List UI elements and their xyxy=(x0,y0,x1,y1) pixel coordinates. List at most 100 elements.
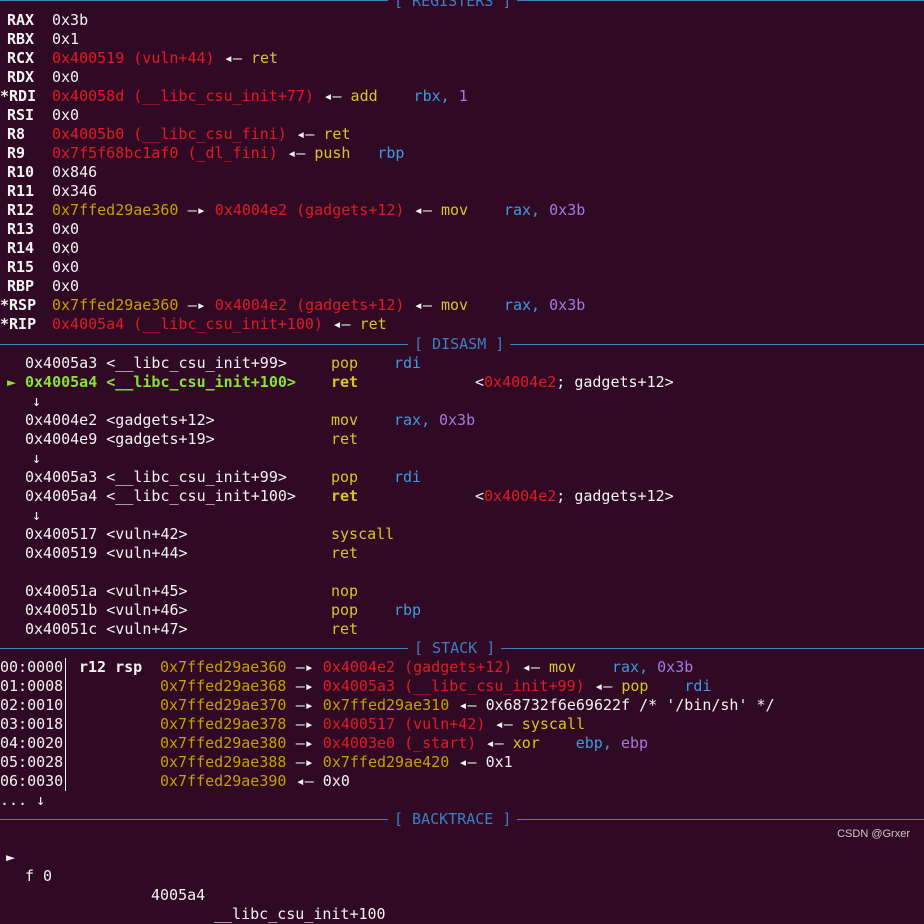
target-comment: <0x4004e2; gadgets+12> xyxy=(475,487,674,505)
jump-arrow: ↓ xyxy=(32,449,42,467)
deref-arrow: ◂— xyxy=(296,125,315,143)
register-operand-2: 1 xyxy=(458,87,468,105)
register-operand: rax, xyxy=(503,201,541,219)
deref-arrow: ◂— xyxy=(494,715,513,733)
stack-value: 0x7ffed29ae420 xyxy=(322,753,450,771)
deref-arrow: —▸ xyxy=(295,658,314,676)
jump-arrow: ↓ xyxy=(32,506,42,524)
mnemonic: ret xyxy=(331,430,359,448)
mnemonic: ret xyxy=(331,620,359,638)
backtrace-frame: ► f 0 4005a4 __libc_csu_init+100 xyxy=(0,829,386,923)
register-value: 0x1 xyxy=(52,30,80,48)
deref-arrow: —▸ xyxy=(295,715,314,733)
stack-offset: 06:0030 xyxy=(0,772,64,790)
register-operand: rbp xyxy=(377,144,405,162)
register-name: *RDI xyxy=(0,87,37,105)
register-name: R11 xyxy=(7,182,35,200)
deref-arrow: —▸ xyxy=(295,753,314,771)
deref-arrow: ◂— xyxy=(458,753,477,771)
mnemonic: syscall xyxy=(331,525,395,543)
deref-arrow: —▸ xyxy=(295,734,314,752)
stack-offset: 00:0000 xyxy=(0,658,64,676)
disasm-header: [ DISASM ] xyxy=(408,335,511,354)
register-name: RDX xyxy=(7,68,35,86)
mnemonic: ret xyxy=(331,544,359,562)
stack-more-indicator: ... ↓ xyxy=(0,791,46,809)
stack-value: 0x4005a3 (__libc_csu_init+99) xyxy=(322,677,585,695)
stack-divider xyxy=(65,658,66,791)
instruction-address: 0x40051b <vuln+46> xyxy=(25,601,188,619)
operand: rdi xyxy=(394,468,422,486)
stack-address: 0x7ffed29ae390 xyxy=(160,772,287,790)
instruction-address: 0x4005a3 <__libc_csu_init+99> xyxy=(25,468,287,486)
stack-offset: 03:0018 xyxy=(0,715,64,733)
stack-value: 0x4004e2 (gadgets+12) xyxy=(322,658,513,676)
operand: rdi xyxy=(394,354,422,372)
operand: rbp xyxy=(394,601,422,619)
register-name: *RSP xyxy=(0,296,37,314)
stack-offset: 01:0008 xyxy=(0,677,64,695)
stack-address: 0x7ffed29ae380 xyxy=(160,734,287,752)
jump-arrow: ↓ xyxy=(32,392,42,410)
register-name: R13 xyxy=(7,220,35,238)
deref-arrow: ◂— xyxy=(413,201,432,219)
stack-offset: 05:0028 xyxy=(0,753,64,771)
stack-header: [ STACK ] xyxy=(408,639,502,658)
register-value: 0x3b xyxy=(52,11,89,29)
deref-arrow: —▸ xyxy=(187,201,206,219)
register-value: 0x0 xyxy=(52,68,80,86)
frame-number: f 0 xyxy=(25,867,53,885)
register-pointer: 0x7ffed29ae360 xyxy=(52,201,179,219)
stack-operand: ebp, xyxy=(575,734,612,752)
stack-operand-2: ebp xyxy=(620,734,649,752)
deref-arrow: ◂— xyxy=(458,696,477,714)
operand: rax, xyxy=(394,411,431,429)
watermark: CSDN @Grxer xyxy=(837,828,910,840)
register-name: R8 xyxy=(7,125,26,143)
register-name: RAX xyxy=(7,11,35,29)
register-name: R15 xyxy=(7,258,35,276)
stack-value: 0x400517 (vuln+42) xyxy=(322,715,486,733)
mnemonic: pop xyxy=(331,354,359,372)
register-value: 0x40058d (__libc_csu_init+77) xyxy=(52,87,314,105)
instruction-address: 0x400519 <vuln+44> xyxy=(25,544,188,562)
frame-marker: ► xyxy=(6,848,16,866)
register-instruction: ret xyxy=(359,315,387,333)
stack-offset: 02:0010 xyxy=(0,696,64,714)
deref-arrow: —▸ xyxy=(295,677,314,695)
mnemonic: nop xyxy=(331,582,359,600)
register-name: *RIP xyxy=(0,315,37,333)
register-value: 0x4004e2 (gadgets+12) xyxy=(214,201,405,219)
register-value: 0x0 xyxy=(52,239,80,257)
register-name: R10 xyxy=(7,163,35,181)
deref-arrow: —▸ xyxy=(295,696,314,714)
deref-arrow: ◂— xyxy=(295,772,314,790)
instruction-address: 0x40051a <vuln+45> xyxy=(25,582,188,600)
register-pointer: 0x7ffed29ae360 xyxy=(52,296,179,314)
register-value: 0x346 xyxy=(52,182,98,200)
deref-arrow: ◂— xyxy=(521,658,540,676)
stack-address: 0x7ffed29ae370 xyxy=(160,696,287,714)
register-value: 0x7f5f68bc1af0 (_dl_fini) xyxy=(52,144,278,162)
register-operand: rax, xyxy=(503,296,541,314)
stack-address: 0x7ffed29ae378 xyxy=(160,715,287,733)
instruction-address: 0x4004e2 <gadgets+12> xyxy=(25,411,215,429)
register-operand-2: 0x3b xyxy=(549,201,586,219)
deref-arrow: ◂— xyxy=(223,49,242,67)
register-value: 0x4005a4 (__libc_csu_init+100) xyxy=(52,315,323,333)
operand-2: 0x3b xyxy=(439,411,476,429)
register-value: 0x4004e2 (gadgets+12) xyxy=(214,296,405,314)
stack-instruction: pop xyxy=(621,677,649,695)
stack-value: 0x4003e0 (_start) xyxy=(322,734,477,752)
register-name: RSI xyxy=(7,106,35,124)
deref-arrow: ◂— xyxy=(332,315,351,333)
register-value: 0x400519 (vuln+44) xyxy=(52,49,215,67)
instruction-address: 0x4005a3 <__libc_csu_init+99> xyxy=(25,354,287,372)
register-operand: rbx, xyxy=(413,87,450,105)
mnemonic: pop xyxy=(331,601,359,619)
mnemonic: ret xyxy=(331,487,359,505)
stack-tail: 0x1 xyxy=(485,753,513,771)
target-comment: <0x4004e2; gadgets+12> xyxy=(475,373,674,391)
backtrace-header: [ BACKTRACE ] xyxy=(388,810,518,829)
register-operand-2: 0x3b xyxy=(549,296,586,314)
